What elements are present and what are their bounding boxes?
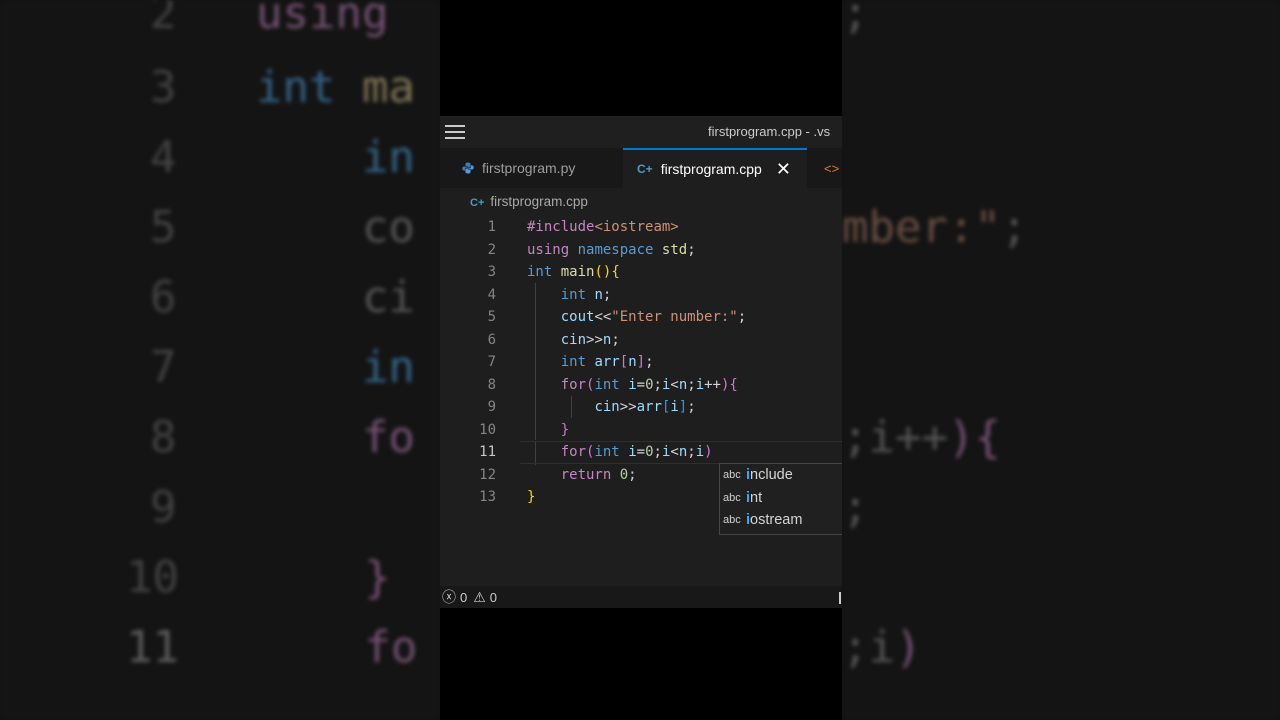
warning-count[interactable]: 0 bbox=[490, 590, 497, 605]
tab-label: firstprogram.py bbox=[482, 160, 576, 176]
suggestion-label: nt bbox=[750, 489, 763, 506]
hamburger-menu-icon[interactable] bbox=[445, 125, 465, 139]
tab-label: firstprogram.cpp bbox=[660, 161, 762, 177]
title-bar: firstprogram.cpp - .vs bbox=[440, 116, 842, 148]
autocomplete-suggestions: abc i nclude abc i nt abc i ostream bbox=[719, 463, 842, 535]
line-number: 3 bbox=[487, 264, 496, 280]
suggestion-label: ostream bbox=[750, 512, 803, 529]
line-number: 5 bbox=[487, 309, 496, 325]
error-count[interactable]: 0 bbox=[460, 590, 467, 605]
code-line: 7 int arr[n]; bbox=[440, 351, 842, 374]
suggestion-item[interactable]: abc i nclude bbox=[720, 464, 842, 487]
code-line: 6 cin>>n; bbox=[440, 329, 842, 352]
code-line: 1 #include<iostream> bbox=[440, 216, 842, 239]
code-line: 2 using namespace std; bbox=[440, 239, 842, 262]
html-icon: <> bbox=[824, 160, 840, 176]
text-kind-icon: abc bbox=[723, 469, 741, 482]
line-number: 2 bbox=[487, 241, 496, 258]
line-number: 13 bbox=[479, 489, 496, 505]
window-title: firstprogram.cpp - .vs bbox=[708, 124, 831, 139]
status-bar-edge bbox=[839, 592, 841, 604]
tab-firstprogram-cpp[interactable]: C+ firstprogram.cpp ✕ bbox=[623, 148, 807, 188]
cpp-icon: C+ bbox=[637, 162, 653, 176]
suggestion-label: nclude bbox=[750, 467, 793, 484]
editor-window: firstprogram.cpp - .vs firstprogram.py C… bbox=[440, 116, 842, 608]
line-number: 12 bbox=[479, 466, 496, 483]
breadcrumb-file: firstprogram.cpp bbox=[490, 194, 588, 209]
status-bar: ⓧ 0 ⚠ 0 bbox=[440, 586, 842, 608]
suggestion-item[interactable]: abc i nt bbox=[720, 487, 842, 510]
code-line: 5 cout<<"Enter number:"; bbox=[440, 306, 842, 329]
python-icon bbox=[462, 162, 474, 174]
line-number: 4 bbox=[487, 286, 496, 303]
cpp-icon: C+ bbox=[470, 197, 485, 209]
code-line: 9 cin>>arr[i]; bbox=[440, 396, 842, 419]
line-number: 7 bbox=[487, 354, 496, 370]
line-number: 6 bbox=[487, 331, 496, 348]
text-kind-icon: abc bbox=[723, 514, 741, 527]
close-tab-icon[interactable]: ✕ bbox=[776, 159, 791, 180]
suggestion-item[interactable]: abc i ostream bbox=[720, 509, 842, 532]
code-line: 4 int n; bbox=[440, 284, 842, 307]
warning-icon[interactable]: ⚠ bbox=[473, 589, 486, 606]
tab-bar: firstprogram.py C+ firstprogram.cpp ✕ <> bbox=[440, 148, 842, 188]
code-line: 10 } bbox=[440, 419, 842, 442]
error-icon[interactable]: ⓧ bbox=[442, 587, 456, 607]
tab-html[interactable]: <> bbox=[824, 148, 839, 188]
line-number: 11 bbox=[479, 444, 496, 460]
line-number: 8 bbox=[487, 376, 496, 393]
line-number: 9 bbox=[487, 399, 496, 415]
line-number: 1 bbox=[487, 219, 496, 235]
background-left-blur: 2 using 3 int ma 4 in 5 co 6 ci 7 in 8 f… bbox=[0, 0, 440, 720]
tab-firstprogram-py[interactable]: firstprogram.py bbox=[462, 148, 575, 188]
text-kind-icon: abc bbox=[723, 491, 741, 504]
code-line-active: 11 for(int i=0;i<n;i) bbox=[440, 441, 842, 464]
background-right-blur: ; mber:"; ;i++){ ; ;i) bbox=[842, 0, 1280, 720]
line-number: 10 bbox=[479, 421, 496, 438]
breadcrumb[interactable]: C+ firstprogram.cpp bbox=[470, 194, 588, 209]
code-line: 3 int main(){ bbox=[440, 261, 842, 284]
code-line: 8 for(int i=0;i<n;i++){ bbox=[440, 374, 842, 397]
